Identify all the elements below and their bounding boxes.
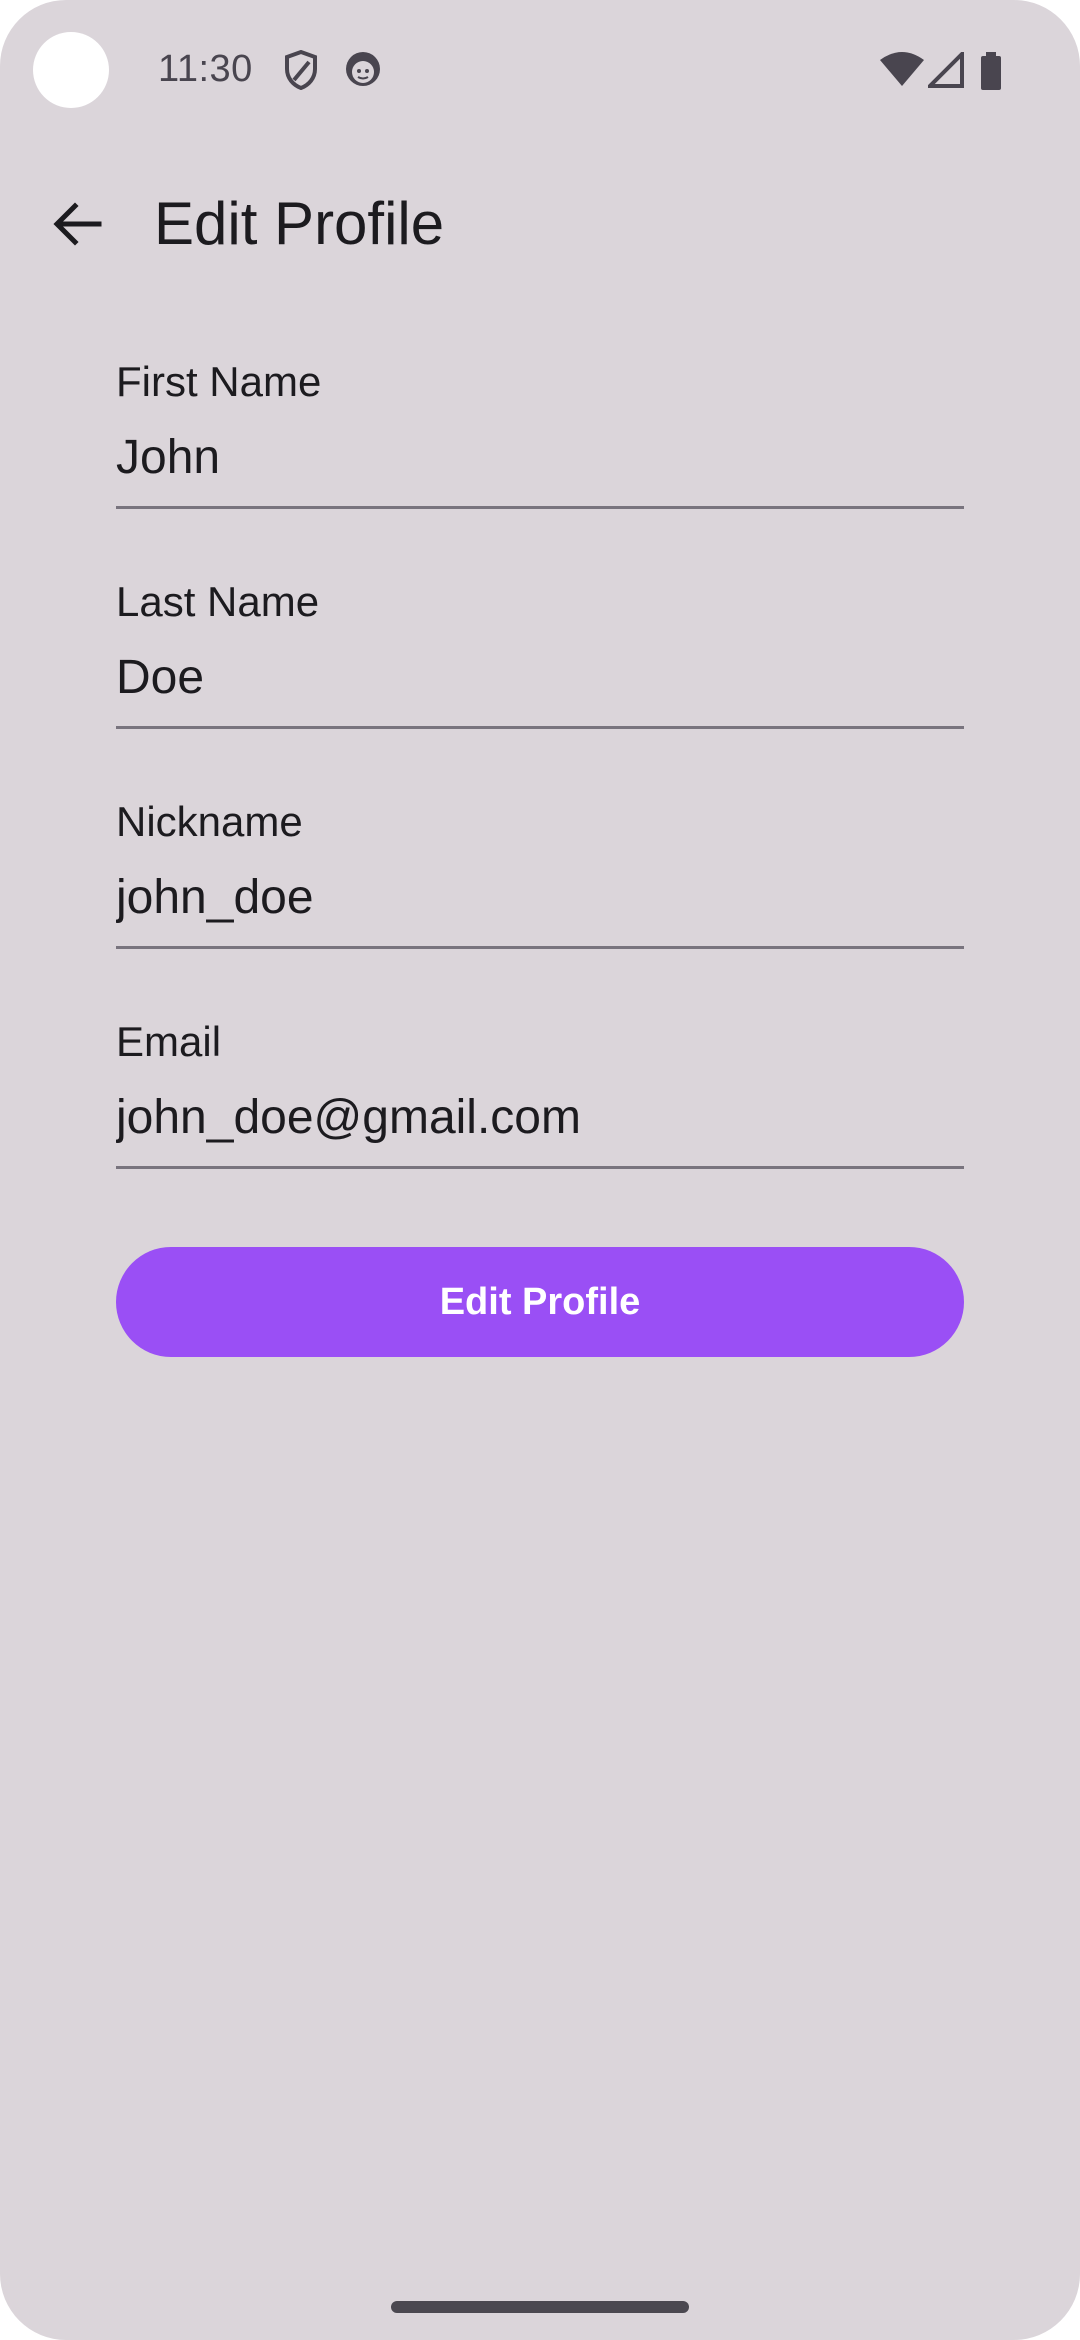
email-underline xyxy=(116,1166,964,1169)
email-label: Email xyxy=(116,1018,222,1065)
last-name-underline xyxy=(116,726,964,729)
last-name-field[interactable]: Last Name xyxy=(116,577,964,737)
first-name-field[interactable]: First Name xyxy=(116,357,964,517)
email-input[interactable] xyxy=(116,1081,964,1153)
page-title: Edit Profile xyxy=(154,190,445,257)
last-name-label: Last Name xyxy=(116,578,320,625)
nickname-field[interactable]: Nickname xyxy=(116,797,964,957)
first-name-label: First Name xyxy=(116,358,322,405)
back-button[interactable] xyxy=(36,184,120,268)
arrow-back-icon xyxy=(53,201,103,251)
edit-profile-button[interactable]: Edit Profile xyxy=(116,1247,964,1357)
battery-icon xyxy=(980,52,1002,95)
first-name-input[interactable] xyxy=(116,421,964,493)
edit-profile-screen: 11:30 Edit Profile First Name John Last … xyxy=(0,0,1080,2340)
last-name-input[interactable] xyxy=(116,641,964,713)
signal-icon xyxy=(925,49,964,93)
face-icon xyxy=(344,50,382,93)
status-time: 11:30 xyxy=(158,48,253,90)
wifi-icon xyxy=(880,52,924,93)
email-field[interactable]: Email xyxy=(116,1017,964,1177)
home-indicator[interactable] xyxy=(391,2301,689,2313)
shield-icon xyxy=(284,49,318,95)
camera-cutout xyxy=(33,32,109,108)
nickname-label: Nickname xyxy=(116,798,303,845)
status-bar: 11:30 xyxy=(0,0,1080,140)
nickname-underline xyxy=(116,946,964,949)
nickname-input[interactable] xyxy=(116,861,964,933)
first-name-underline xyxy=(116,506,964,509)
